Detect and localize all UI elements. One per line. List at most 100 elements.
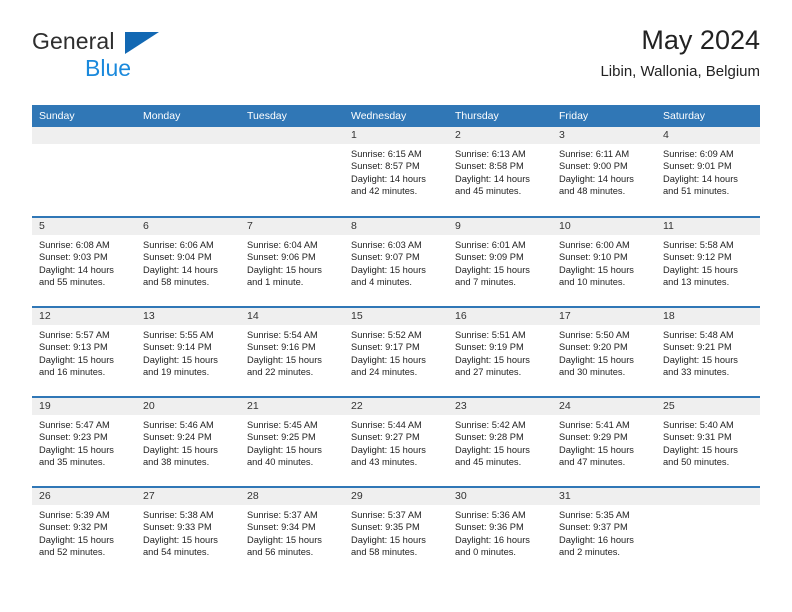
day-details [656,505,760,509]
day-details [240,144,344,148]
daylight-text-line1: Daylight: 15 hours [143,534,218,545]
day-number: 29 [344,488,448,505]
day-details: Sunrise: 6:06 AM Sunset: 9:04 PM Dayligh… [136,235,240,289]
day-cell[interactable]: 14 Sunrise: 5:54 AM Sunset: 9:16 PM Dayl… [240,306,344,397]
sunset-text: Sunset: 9:25 PM [247,432,316,443]
day-cell[interactable]: 7 Sunrise: 6:04 AM Sunset: 9:06 PM Dayli… [240,216,344,307]
daylight-text-line2: and 1 minute. [247,277,304,288]
daylight-text-line2: and 58 minutes. [143,277,210,288]
sunset-text: Sunset: 9:36 PM [455,522,524,533]
sunset-text: Sunset: 9:04 PM [143,252,212,263]
daylight-text-line2: and 0 minutes. [455,547,516,558]
daylight-text-line1: Daylight: 15 hours [663,354,738,365]
daylight-text-line1: Daylight: 14 hours [143,264,218,275]
day-cell[interactable]: 4 Sunrise: 6:09 AM Sunset: 9:01 PM Dayli… [656,127,760,217]
day-cell[interactable] [32,127,136,217]
day-cell[interactable]: 15 Sunrise: 5:52 AM Sunset: 9:17 PM Dayl… [344,306,448,397]
daylight-text-line2: and 43 minutes. [351,457,418,468]
day-number: 14 [240,308,344,325]
day-cell[interactable]: 8 Sunrise: 6:03 AM Sunset: 9:07 PM Dayli… [344,216,448,307]
day-number: 30 [448,488,552,505]
day-number: 7 [240,218,344,235]
sunset-text: Sunset: 9:29 PM [559,432,628,443]
day-cell[interactable]: 16 Sunrise: 5:51 AM Sunset: 9:19 PM Dayl… [448,306,552,397]
day-cell[interactable]: 29 Sunrise: 5:37 AM Sunset: 9:35 PM Dayl… [344,486,448,577]
daylight-text-line1: Daylight: 14 hours [351,173,426,184]
day-cell[interactable]: 24 Sunrise: 5:41 AM Sunset: 9:29 PM Dayl… [552,396,656,487]
sunrise-text: Sunrise: 5:50 AM [559,330,630,340]
day-details: Sunrise: 6:01 AM Sunset: 9:09 PM Dayligh… [448,235,552,289]
day-cell[interactable]: 22 Sunrise: 5:44 AM Sunset: 9:27 PM Dayl… [344,396,448,487]
day-number: 26 [32,488,136,505]
day-cell[interactable]: 3 Sunrise: 6:11 AM Sunset: 9:00 PM Dayli… [552,127,656,217]
daylight-text-line2: and 42 minutes. [351,186,418,197]
sunset-text: Sunset: 9:13 PM [39,342,108,353]
calendar-page: General Blue May 2024 Libin, Wallonia, B… [0,0,792,612]
day-cell[interactable] [240,127,344,217]
day-cell[interactable]: 1 Sunrise: 6:15 AM Sunset: 8:57 PM Dayli… [344,127,448,217]
day-number: 6 [136,218,240,235]
daylight-text-line1: Daylight: 15 hours [351,264,426,275]
day-number: 5 [32,218,136,235]
day-cell[interactable]: 21 Sunrise: 5:45 AM Sunset: 9:25 PM Dayl… [240,396,344,487]
day-cell[interactable]: 17 Sunrise: 5:50 AM Sunset: 9:20 PM Dayl… [552,306,656,397]
day-cell[interactable]: 27 Sunrise: 5:38 AM Sunset: 9:33 PM Dayl… [136,486,240,577]
day-number: 17 [552,308,656,325]
day-cell[interactable]: 5 Sunrise: 6:08 AM Sunset: 9:03 PM Dayli… [32,216,136,307]
day-cell[interactable] [136,127,240,217]
title-block: May 2024 Libin, Wallonia, Belgium [600,24,760,81]
day-details: Sunrise: 5:51 AM Sunset: 9:19 PM Dayligh… [448,325,552,379]
day-number: 9 [448,218,552,235]
day-cell[interactable]: 20 Sunrise: 5:46 AM Sunset: 9:24 PM Dayl… [136,396,240,487]
day-cell[interactable]: 28 Sunrise: 5:37 AM Sunset: 9:34 PM Dayl… [240,486,344,577]
daylight-text-line2: and 58 minutes. [351,547,418,558]
day-details: Sunrise: 5:48 AM Sunset: 9:21 PM Dayligh… [656,325,760,379]
day-cell[interactable]: 23 Sunrise: 5:42 AM Sunset: 9:28 PM Dayl… [448,396,552,487]
sunrise-text: Sunrise: 5:41 AM [559,420,630,430]
daylight-text-line2: and 16 minutes. [39,367,106,378]
sunset-text: Sunset: 9:33 PM [143,522,212,533]
daylight-text-line2: and 51 minutes. [663,186,730,197]
day-cell[interactable]: 18 Sunrise: 5:48 AM Sunset: 9:21 PM Dayl… [656,306,760,397]
weekday-header-friday: Friday [552,105,656,127]
day-cell[interactable]: 13 Sunrise: 5:55 AM Sunset: 9:14 PM Dayl… [136,306,240,397]
day-cell[interactable]: 11 Sunrise: 5:58 AM Sunset: 9:12 PM Dayl… [656,216,760,307]
sunrise-text: Sunrise: 6:00 AM [559,240,630,250]
day-cell[interactable]: 30 Sunrise: 5:36 AM Sunset: 9:36 PM Dayl… [448,486,552,577]
day-cell[interactable]: 25 Sunrise: 5:40 AM Sunset: 9:31 PM Dayl… [656,396,760,487]
day-cell[interactable]: 2 Sunrise: 6:13 AM Sunset: 8:58 PM Dayli… [448,127,552,217]
sunset-text: Sunset: 9:12 PM [663,252,732,263]
day-number: 24 [552,398,656,415]
day-details: Sunrise: 5:54 AM Sunset: 9:16 PM Dayligh… [240,325,344,379]
day-cell[interactable]: 10 Sunrise: 6:00 AM Sunset: 9:10 PM Dayl… [552,216,656,307]
daylight-text-line1: Daylight: 15 hours [39,534,114,545]
logo-triangle-icon [125,32,159,54]
sunrise-text: Sunrise: 5:38 AM [143,510,214,520]
day-number: 3 [552,127,656,144]
day-cell[interactable]: 19 Sunrise: 5:47 AM Sunset: 9:23 PM Dayl… [32,396,136,487]
general-blue-logo[interactable]: General Blue [32,28,262,86]
sunset-text: Sunset: 9:20 PM [559,342,628,353]
daylight-text-line2: and 27 minutes. [455,367,522,378]
daylight-text-line2: and 45 minutes. [455,186,522,197]
day-cell[interactable]: 9 Sunrise: 6:01 AM Sunset: 9:09 PM Dayli… [448,216,552,307]
daylight-text-line1: Daylight: 15 hours [455,354,530,365]
day-number: 21 [240,398,344,415]
sunset-text: Sunset: 9:31 PM [663,432,732,443]
calendar-week-row: 12 Sunrise: 5:57 AM Sunset: 9:13 PM Dayl… [32,306,760,397]
day-details: Sunrise: 5:44 AM Sunset: 9:27 PM Dayligh… [344,415,448,469]
day-cell[interactable] [656,486,760,577]
day-cell[interactable]: 26 Sunrise: 5:39 AM Sunset: 9:32 PM Dayl… [32,486,136,577]
day-details: Sunrise: 5:50 AM Sunset: 9:20 PM Dayligh… [552,325,656,379]
day-cell[interactable]: 12 Sunrise: 5:57 AM Sunset: 9:13 PM Dayl… [32,306,136,397]
daylight-text-line2: and 22 minutes. [247,367,314,378]
day-details: Sunrise: 5:37 AM Sunset: 9:35 PM Dayligh… [344,505,448,559]
weekday-header-tuesday: Tuesday [240,105,344,127]
day-number: 11 [656,218,760,235]
daylight-text-line2: and 4 minutes. [351,277,412,288]
daylight-text-line2: and 33 minutes. [663,367,730,378]
day-cell[interactable]: 6 Sunrise: 6:06 AM Sunset: 9:04 PM Dayli… [136,216,240,307]
sunset-text: Sunset: 9:32 PM [39,522,108,533]
day-details: Sunrise: 5:39 AM Sunset: 9:32 PM Dayligh… [32,505,136,559]
day-cell[interactable]: 31 Sunrise: 5:35 AM Sunset: 9:37 PM Dayl… [552,486,656,577]
